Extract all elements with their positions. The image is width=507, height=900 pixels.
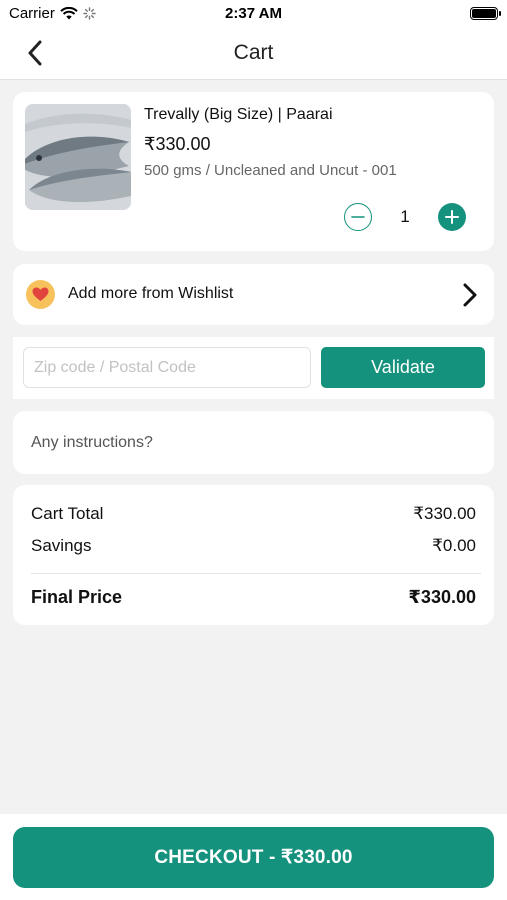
- savings-label: Savings: [31, 536, 92, 555]
- decrease-quantity-button[interactable]: [344, 203, 372, 231]
- final-price-row: Final Price ₹330.00: [31, 587, 476, 608]
- wishlist-label: Add more from Wishlist: [68, 285, 234, 302]
- zip-code-section: Validate: [13, 337, 494, 399]
- order-summary: Cart Total ₹330.00 Savings ₹0.00 Final P…: [13, 485, 494, 625]
- savings-value: ₹0.00: [432, 536, 476, 555]
- page-title: Cart: [233, 41, 274, 64]
- nav-bar: Cart: [0, 28, 507, 80]
- final-price-value: ₹330.00: [408, 587, 476, 607]
- heart-icon: [32, 287, 49, 301]
- cart-total-label: Cart Total: [31, 504, 104, 523]
- instructions-input[interactable]: [31, 429, 471, 457]
- add-from-wishlist-row[interactable]: Add more from Wishlist: [13, 264, 494, 325]
- instructions-card: [13, 411, 494, 474]
- cart-total-value: ₹330.00: [413, 504, 476, 523]
- status-bar: Carrier 2:37 AM: [0, 0, 507, 28]
- checkout-footer: CHECKOUT - ₹330.00: [0, 814, 507, 900]
- cart-total-row: Cart Total ₹330.00: [31, 504, 476, 524]
- final-price-label: Final Price: [31, 587, 123, 607]
- quantity-value: 1: [400, 207, 410, 226]
- checkout-button[interactable]: CHECKOUT - ₹330.00: [13, 827, 494, 888]
- plus-circle-icon: [445, 210, 459, 224]
- increase-quantity-button[interactable]: [438, 203, 466, 231]
- validate-button[interactable]: Validate: [321, 347, 485, 388]
- cart-item-card: Trevally (Big Size) | Paarai ₹330.00 500…: [13, 92, 494, 251]
- savings-row: Savings ₹0.00: [31, 536, 476, 556]
- wishlist-badge: [26, 280, 55, 309]
- status-time: 2:37 AM: [225, 5, 282, 22]
- product-name: Trevally (Big Size) | Paarai: [144, 106, 333, 123]
- product-variant: 500 gms / Uncleaned and Uncut - 001: [144, 162, 397, 179]
- product-image: [25, 104, 131, 210]
- zip-code-input[interactable]: [23, 347, 311, 388]
- chevron-right-icon: [463, 283, 477, 307]
- minus-circle-icon: [351, 216, 365, 218]
- quantity-stepper: 1: [344, 203, 466, 231]
- battery-icon: [470, 7, 501, 20]
- summary-divider: [31, 573, 481, 574]
- product-price: ₹330.00: [144, 134, 211, 154]
